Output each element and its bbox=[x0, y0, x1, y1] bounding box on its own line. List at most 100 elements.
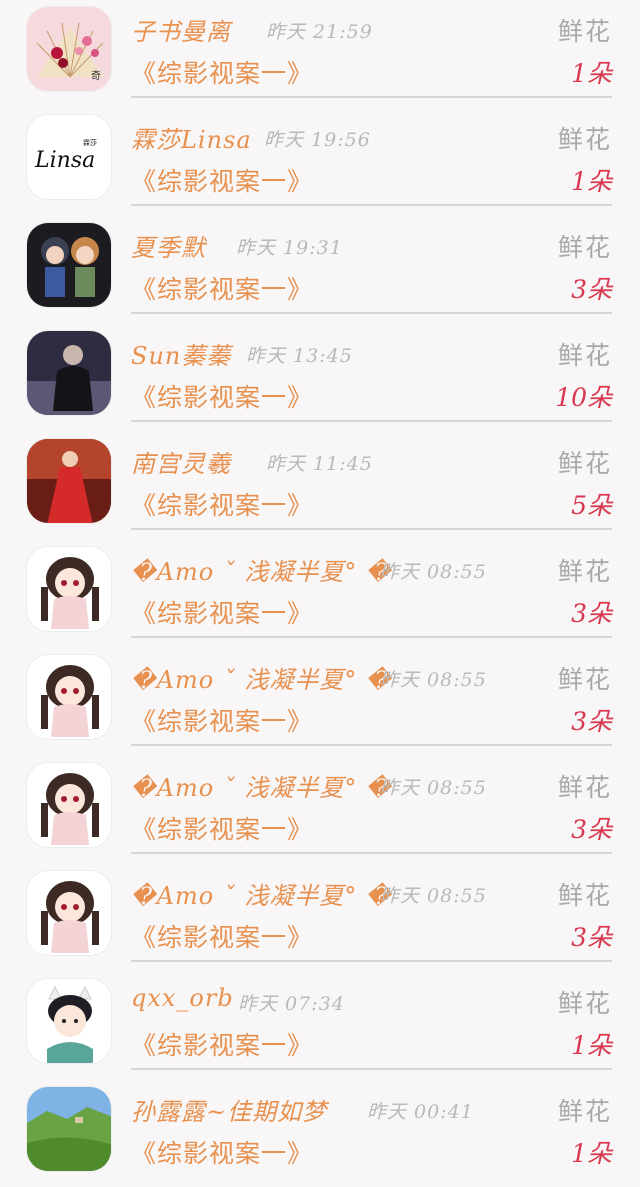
landscape-avatar bbox=[27, 1087, 111, 1171]
gift-count: 3朵 bbox=[571, 599, 612, 628]
timestamp: 昨天 00:41 bbox=[367, 1101, 474, 1123]
book-title[interactable]: 《综影视案一》 bbox=[131, 1134, 313, 1170]
book-title[interactable]: 《综影视案一》 bbox=[131, 702, 313, 738]
timestamp: 昨天 19:31 bbox=[236, 237, 343, 259]
list-item[interactable]: �Amo ˇ 浅凝半夏° � 昨天 08:55 《综影视案一》 鲜花 3朵 bbox=[0, 756, 640, 863]
avatar[interactable] bbox=[26, 222, 112, 308]
timestamp: 昨天 08:55 bbox=[380, 561, 487, 583]
list-item[interactable]: �Amo ˇ 浅凝半夏° � 昨天 08:55 《综影视案一》 鲜花 3朵 bbox=[0, 540, 640, 647]
avatar[interactable] bbox=[26, 762, 112, 848]
gift-type: 鲜花 bbox=[557, 1097, 612, 1126]
user-name[interactable]: qxx_orb bbox=[131, 984, 234, 1012]
divider bbox=[131, 312, 612, 314]
avatar[interactable]: 霖莎 Linsa bbox=[26, 114, 112, 200]
avatar[interactable] bbox=[26, 978, 112, 1064]
user-name[interactable]: Sun蓁蓁 bbox=[131, 336, 231, 371]
list-item[interactable]: 孙露露~佳期如梦 昨天 00:41 《综影视案一》 鲜花 1朵 bbox=[0, 1080, 640, 1187]
gift-type: 鲜花 bbox=[557, 881, 612, 910]
list-item[interactable]: qxx_orb 昨天 07:34 《综影视案一》 鲜花 1朵 bbox=[0, 972, 640, 1079]
red-dress-avatar bbox=[27, 439, 111, 523]
list-item[interactable]: 奇 子书曼离 昨天 21:59 《综影视案一》 鲜花 1朵 bbox=[0, 0, 640, 107]
divider bbox=[131, 636, 612, 638]
timestamp: 昨天 13:45 bbox=[246, 345, 353, 367]
gift-type: 鲜花 bbox=[557, 989, 612, 1018]
user-name[interactable]: �Amo ˇ 浅凝半夏° � bbox=[131, 768, 392, 803]
user-name[interactable]: 子书曼离 bbox=[131, 12, 231, 47]
book-title[interactable]: 《综影视案一》 bbox=[131, 378, 313, 414]
avatar[interactable] bbox=[26, 330, 112, 416]
chibi-pair-avatar bbox=[27, 223, 111, 307]
svg-text:奇: 奇 bbox=[91, 69, 101, 82]
gift-count: 1朵 bbox=[571, 1031, 612, 1060]
book-title[interactable]: 《综影视案一》 bbox=[131, 1026, 313, 1062]
avatar[interactable]: 奇 bbox=[26, 6, 112, 92]
book-title[interactable]: 《综影视案一》 bbox=[131, 162, 313, 198]
anime-girl-avatar bbox=[27, 871, 111, 955]
list-item[interactable]: Sun蓁蓁 昨天 13:45 《综影视案一》 鲜花 10朵 bbox=[0, 324, 640, 431]
list-item[interactable]: 夏季默 昨天 19:31 《综影视案一》 鲜花 3朵 bbox=[0, 216, 640, 323]
list-item[interactable]: �Amo ˇ 浅凝半夏° � 昨天 08:55 《综影视案一》 鲜花 3朵 bbox=[0, 864, 640, 971]
timestamp: 昨天 11:45 bbox=[266, 453, 373, 475]
user-name[interactable]: 霖莎Linsa bbox=[131, 120, 252, 155]
gift-type: 鲜花 bbox=[557, 17, 612, 46]
svg-text:Linsa: Linsa bbox=[34, 148, 95, 173]
divider bbox=[131, 960, 612, 962]
anime-girl-avatar bbox=[27, 763, 111, 847]
divider bbox=[131, 204, 612, 206]
divider bbox=[131, 420, 612, 422]
timestamp: 昨天 08:55 bbox=[380, 777, 487, 799]
gift-count: 1朵 bbox=[571, 167, 612, 196]
avatar[interactable] bbox=[26, 546, 112, 632]
avatar[interactable] bbox=[26, 1086, 112, 1172]
user-name[interactable]: �Amo ˇ 浅凝半夏° � bbox=[131, 552, 392, 587]
timestamp: 昨天 21:59 bbox=[266, 21, 373, 43]
anime-girl-avatar bbox=[27, 547, 111, 631]
timestamp: 昨天 08:55 bbox=[380, 669, 487, 691]
user-name[interactable]: �Amo ˇ 浅凝半夏° � bbox=[131, 660, 392, 695]
list-item[interactable]: 霖莎 Linsa 霖莎Linsa 昨天 19:56 《综影视案一》 鲜花 1朵 bbox=[0, 108, 640, 215]
book-title[interactable]: 《综影视案一》 bbox=[131, 486, 313, 522]
list-item[interactable]: �Amo ˇ 浅凝半夏° � 昨天 08:55 《综影视案一》 鲜花 3朵 bbox=[0, 648, 640, 755]
divider bbox=[131, 744, 612, 746]
gift-count: 3朵 bbox=[571, 815, 612, 844]
book-title[interactable]: 《综影视案一》 bbox=[131, 594, 313, 630]
gift-type: 鲜花 bbox=[557, 557, 612, 586]
book-title[interactable]: 《综影视案一》 bbox=[131, 810, 313, 846]
list-item[interactable]: 南宫灵羲 昨天 11:45 《综影视案一》 鲜花 5朵 bbox=[0, 432, 640, 539]
user-name[interactable]: 南宫灵羲 bbox=[131, 444, 231, 479]
divider bbox=[131, 1068, 612, 1070]
cartoon-boy-avatar bbox=[27, 979, 111, 1063]
timestamp: 昨天 19:56 bbox=[264, 129, 371, 151]
avatar[interactable] bbox=[26, 654, 112, 740]
book-title[interactable]: 《综影视案一》 bbox=[131, 270, 313, 306]
gift-type: 鲜花 bbox=[557, 125, 612, 154]
gift-count: 3朵 bbox=[571, 923, 612, 952]
divider bbox=[131, 96, 612, 98]
gift-count: 1朵 bbox=[571, 1139, 612, 1168]
divider bbox=[131, 852, 612, 854]
fan-icon: 奇 bbox=[27, 7, 111, 91]
user-name[interactable]: �Amo ˇ 浅凝半夏° � bbox=[131, 876, 392, 911]
avatar[interactable] bbox=[26, 870, 112, 956]
gift-type: 鲜花 bbox=[557, 233, 612, 262]
gift-type: 鲜花 bbox=[557, 773, 612, 802]
gift-count: 3朵 bbox=[571, 707, 612, 736]
user-name[interactable]: 夏季默 bbox=[131, 228, 206, 263]
anime-girl-avatar bbox=[27, 655, 111, 739]
flower-gift-list: 奇 子书曼离 昨天 21:59 《综影视案一》 鲜花 1朵 霖莎 Linsa 霖… bbox=[0, 0, 640, 1172]
user-name[interactable]: 孙露露~佳期如梦 bbox=[131, 1092, 327, 1127]
gift-count: 1朵 bbox=[571, 59, 612, 88]
linsa-logo: 霖莎 Linsa bbox=[27, 115, 111, 199]
gift-type: 鲜花 bbox=[557, 341, 612, 370]
book-title[interactable]: 《综影视案一》 bbox=[131, 918, 313, 954]
svg-text:霖莎: 霖莎 bbox=[83, 138, 97, 147]
avatar[interactable] bbox=[26, 438, 112, 524]
gift-count: 5朵 bbox=[571, 491, 612, 520]
divider bbox=[131, 528, 612, 530]
gift-type: 鲜花 bbox=[557, 449, 612, 478]
timestamp: 昨天 07:34 bbox=[238, 993, 345, 1015]
gift-count: 3朵 bbox=[571, 275, 612, 304]
gift-count: 10朵 bbox=[555, 383, 612, 412]
timestamp: 昨天 08:55 bbox=[380, 885, 487, 907]
book-title[interactable]: 《综影视案一》 bbox=[131, 54, 313, 90]
